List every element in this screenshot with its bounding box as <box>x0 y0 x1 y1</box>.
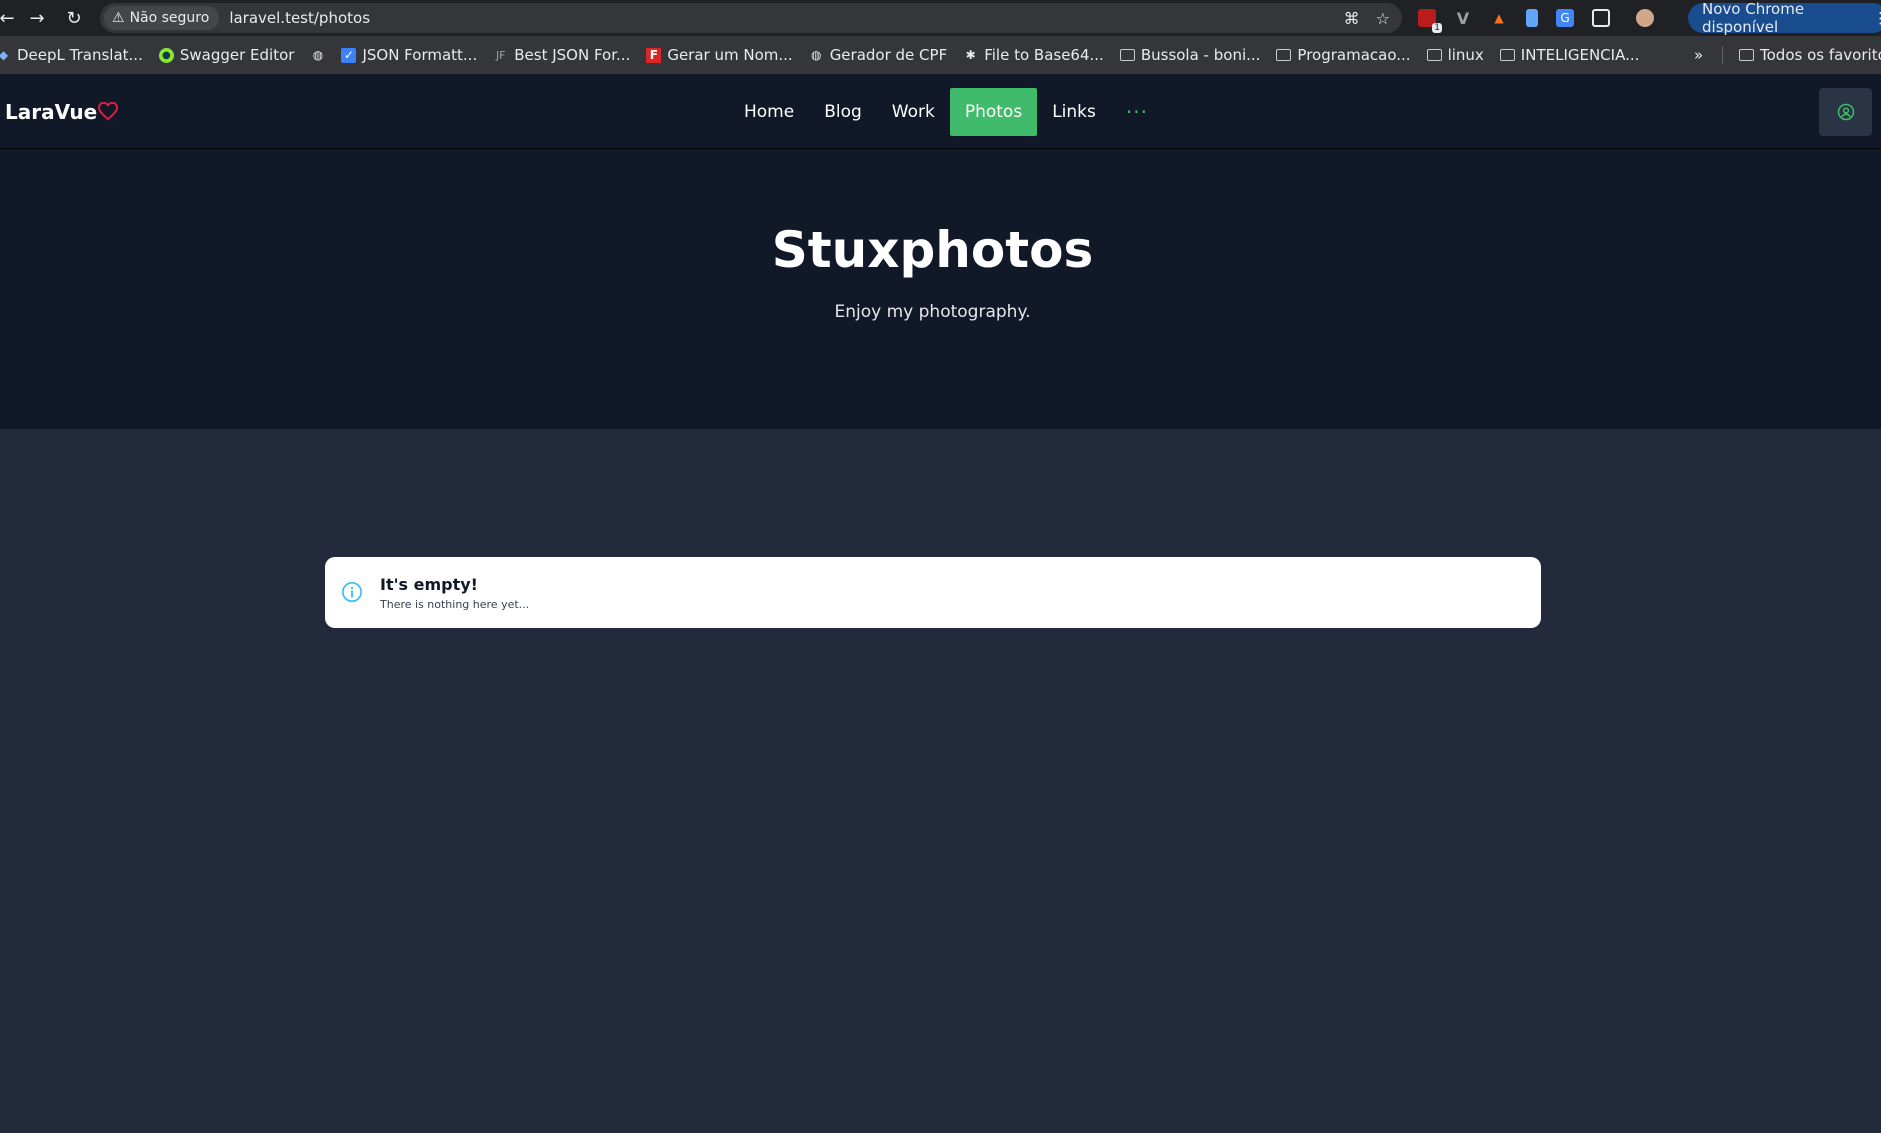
globe-icon: ◍ <box>312 48 324 62</box>
bookmark-label: JSON Formatt... <box>362 46 478 64</box>
page-subtitle: Enjoy my photography. <box>834 302 1031 322</box>
nav-work[interactable]: Work <box>877 88 950 136</box>
bookmark-json-formatter[interactable]: ✓ JSON Formatt... <box>333 46 485 64</box>
bookmark-label: Swagger Editor <box>179 46 295 64</box>
update-label: Novo Chrome disponível <box>1702 0 1805 36</box>
extension-badge: 1 <box>1432 23 1442 33</box>
nav-home[interactable]: Home <box>729 88 809 136</box>
bookmark-gerar-nome[interactable]: F Gerar um Nom... <box>638 46 800 64</box>
nav-photos[interactable]: Photos <box>949 88 1038 136</box>
more-menu-icon[interactable]: ··· <box>1111 88 1163 136</box>
brand-logo[interactable]: LaraVue <box>5 100 97 124</box>
bookmark-globe[interactable]: ◍ <box>302 48 333 63</box>
profile-avatar-icon[interactable] <box>1636 9 1654 27</box>
bookmark-label: INTELIGENCIA... <box>1520 46 1640 64</box>
jf-icon: JF <box>495 48 506 62</box>
extension-doc-icon[interactable] <box>1526 9 1538 27</box>
chrome-update-button[interactable]: Novo Chrome disponível ⋮ <box>1688 0 1881 36</box>
bookmark-label: Gerar um Nom... <box>667 46 793 64</box>
empty-state-message: There is nothing here yet... <box>380 598 530 611</box>
page-title: Stuxphotos <box>771 221 1094 279</box>
hero-section: Stuxphotos Enjoy my photography. <box>0 149 1881 429</box>
empty-state-alert: It's empty! There is nothing here yet... <box>325 557 1541 628</box>
bookmark-label: File to Base64... <box>984 46 1104 64</box>
bookmarks-bar: ◆ DeepL Translat... ● Swagger Editor ◍ ✓… <box>0 36 1881 74</box>
checkbox-icon: ✓ <box>341 47 357 63</box>
heart-icon <box>98 102 118 120</box>
bookmark-label: Programacao... <box>1297 46 1411 64</box>
url-text[interactable]: laravel.test/photos <box>229 9 370 27</box>
user-account-button[interactable] <box>1819 88 1872 136</box>
folder-icon <box>1276 49 1292 61</box>
bookmark-folder-linux[interactable]: linux <box>1419 46 1492 64</box>
forward-icon[interactable]: → <box>22 3 52 33</box>
extension-flame-icon[interactable]: ▲ <box>1490 9 1508 27</box>
bug-icon: ✱ <box>965 48 976 62</box>
bookmark-label: Bussola - boni... <box>1140 46 1261 64</box>
empty-state-title: It's empty! <box>380 575 478 594</box>
kebab-menu-icon[interactable]: ⋮ <box>1873 9 1881 27</box>
browser-toolbar: ← → ↻ ⚠ Não seguro laravel.test/photos ⌘… <box>0 0 1881 36</box>
bookmark-best-json[interactable]: JF Best JSON For... <box>485 46 638 64</box>
nav-blog[interactable]: Blog <box>809 88 877 136</box>
bookmark-label: Todos os favoritos <box>1760 46 1881 64</box>
bookmark-deepl[interactable]: ◆ DeepL Translat... <box>0 46 151 64</box>
bookmark-star-icon[interactable]: ☆ <box>1376 9 1390 28</box>
bookmark-all-favorites[interactable]: Todos os favoritos <box>1731 46 1881 64</box>
extensions-puzzle-icon[interactable] <box>1592 9 1610 27</box>
back-icon[interactable]: ← <box>0 3 22 33</box>
translate-icon[interactable]: ⌘ <box>1344 9 1360 28</box>
bookmarks-overflow-icon[interactable]: » <box>1686 46 1711 64</box>
folder-icon <box>1739 49 1754 61</box>
bookmark-label: Gerador de CPF <box>829 46 948 64</box>
info-icon <box>342 582 362 602</box>
security-label: Não seguro <box>129 10 210 26</box>
folder-icon <box>1119 49 1135 61</box>
bookmark-label: Best JSON For... <box>514 46 631 64</box>
deepl-icon: ◆ <box>0 48 9 62</box>
folder-icon <box>1499 49 1515 61</box>
bookmark-folder-programacao[interactable]: Programacao... <box>1268 46 1418 64</box>
main-menu: Home Blog Work Photos Links ··· <box>729 88 1163 136</box>
bookmark-gerador-cpf[interactable]: ◍ Gerador de CPF <box>801 46 956 64</box>
bookmark-folder-inteligencia[interactable]: INTELIGENCIA... <box>1492 46 1648 64</box>
security-chip[interactable]: ⚠ Não seguro <box>104 6 220 30</box>
warning-icon: ⚠ <box>112 10 125 26</box>
bookmarks-divider <box>1722 46 1723 64</box>
bookmark-file-base64[interactable]: ✱ File to Base64... <box>955 46 1112 64</box>
extension-shield-icon[interactable]: 1 <box>1418 9 1442 33</box>
nav-links[interactable]: Links <box>1037 88 1111 136</box>
f-icon: F <box>646 47 662 63</box>
globe-icon: ◍ <box>810 48 822 62</box>
user-circle-icon <box>1837 103 1854 121</box>
bookmark-label: DeepL Translat... <box>17 46 143 64</box>
swagger-icon: ● <box>158 47 174 63</box>
bookmark-label: linux <box>1447 46 1484 64</box>
bookmark-folder-bussola[interactable]: Bussola - boni... <box>1112 46 1269 64</box>
overflow-chevron-icon: » <box>1694 46 1704 64</box>
reload-icon[interactable]: ↻ <box>59 3 89 33</box>
extensions-bar: 1 V ▲ G <box>1418 0 1654 36</box>
app-navbar: LaraVue Home Blog Work Photos Links ··· <box>0 74 1881 149</box>
extension-v-icon[interactable]: V <box>1454 9 1472 28</box>
extension-translate-icon[interactable]: G <box>1556 9 1574 27</box>
address-bar[interactable]: ⚠ Não seguro laravel.test/photos ⌘ ☆ <box>100 3 1402 33</box>
folder-icon <box>1426 49 1442 61</box>
bookmark-swagger[interactable]: ● Swagger Editor <box>151 46 303 64</box>
